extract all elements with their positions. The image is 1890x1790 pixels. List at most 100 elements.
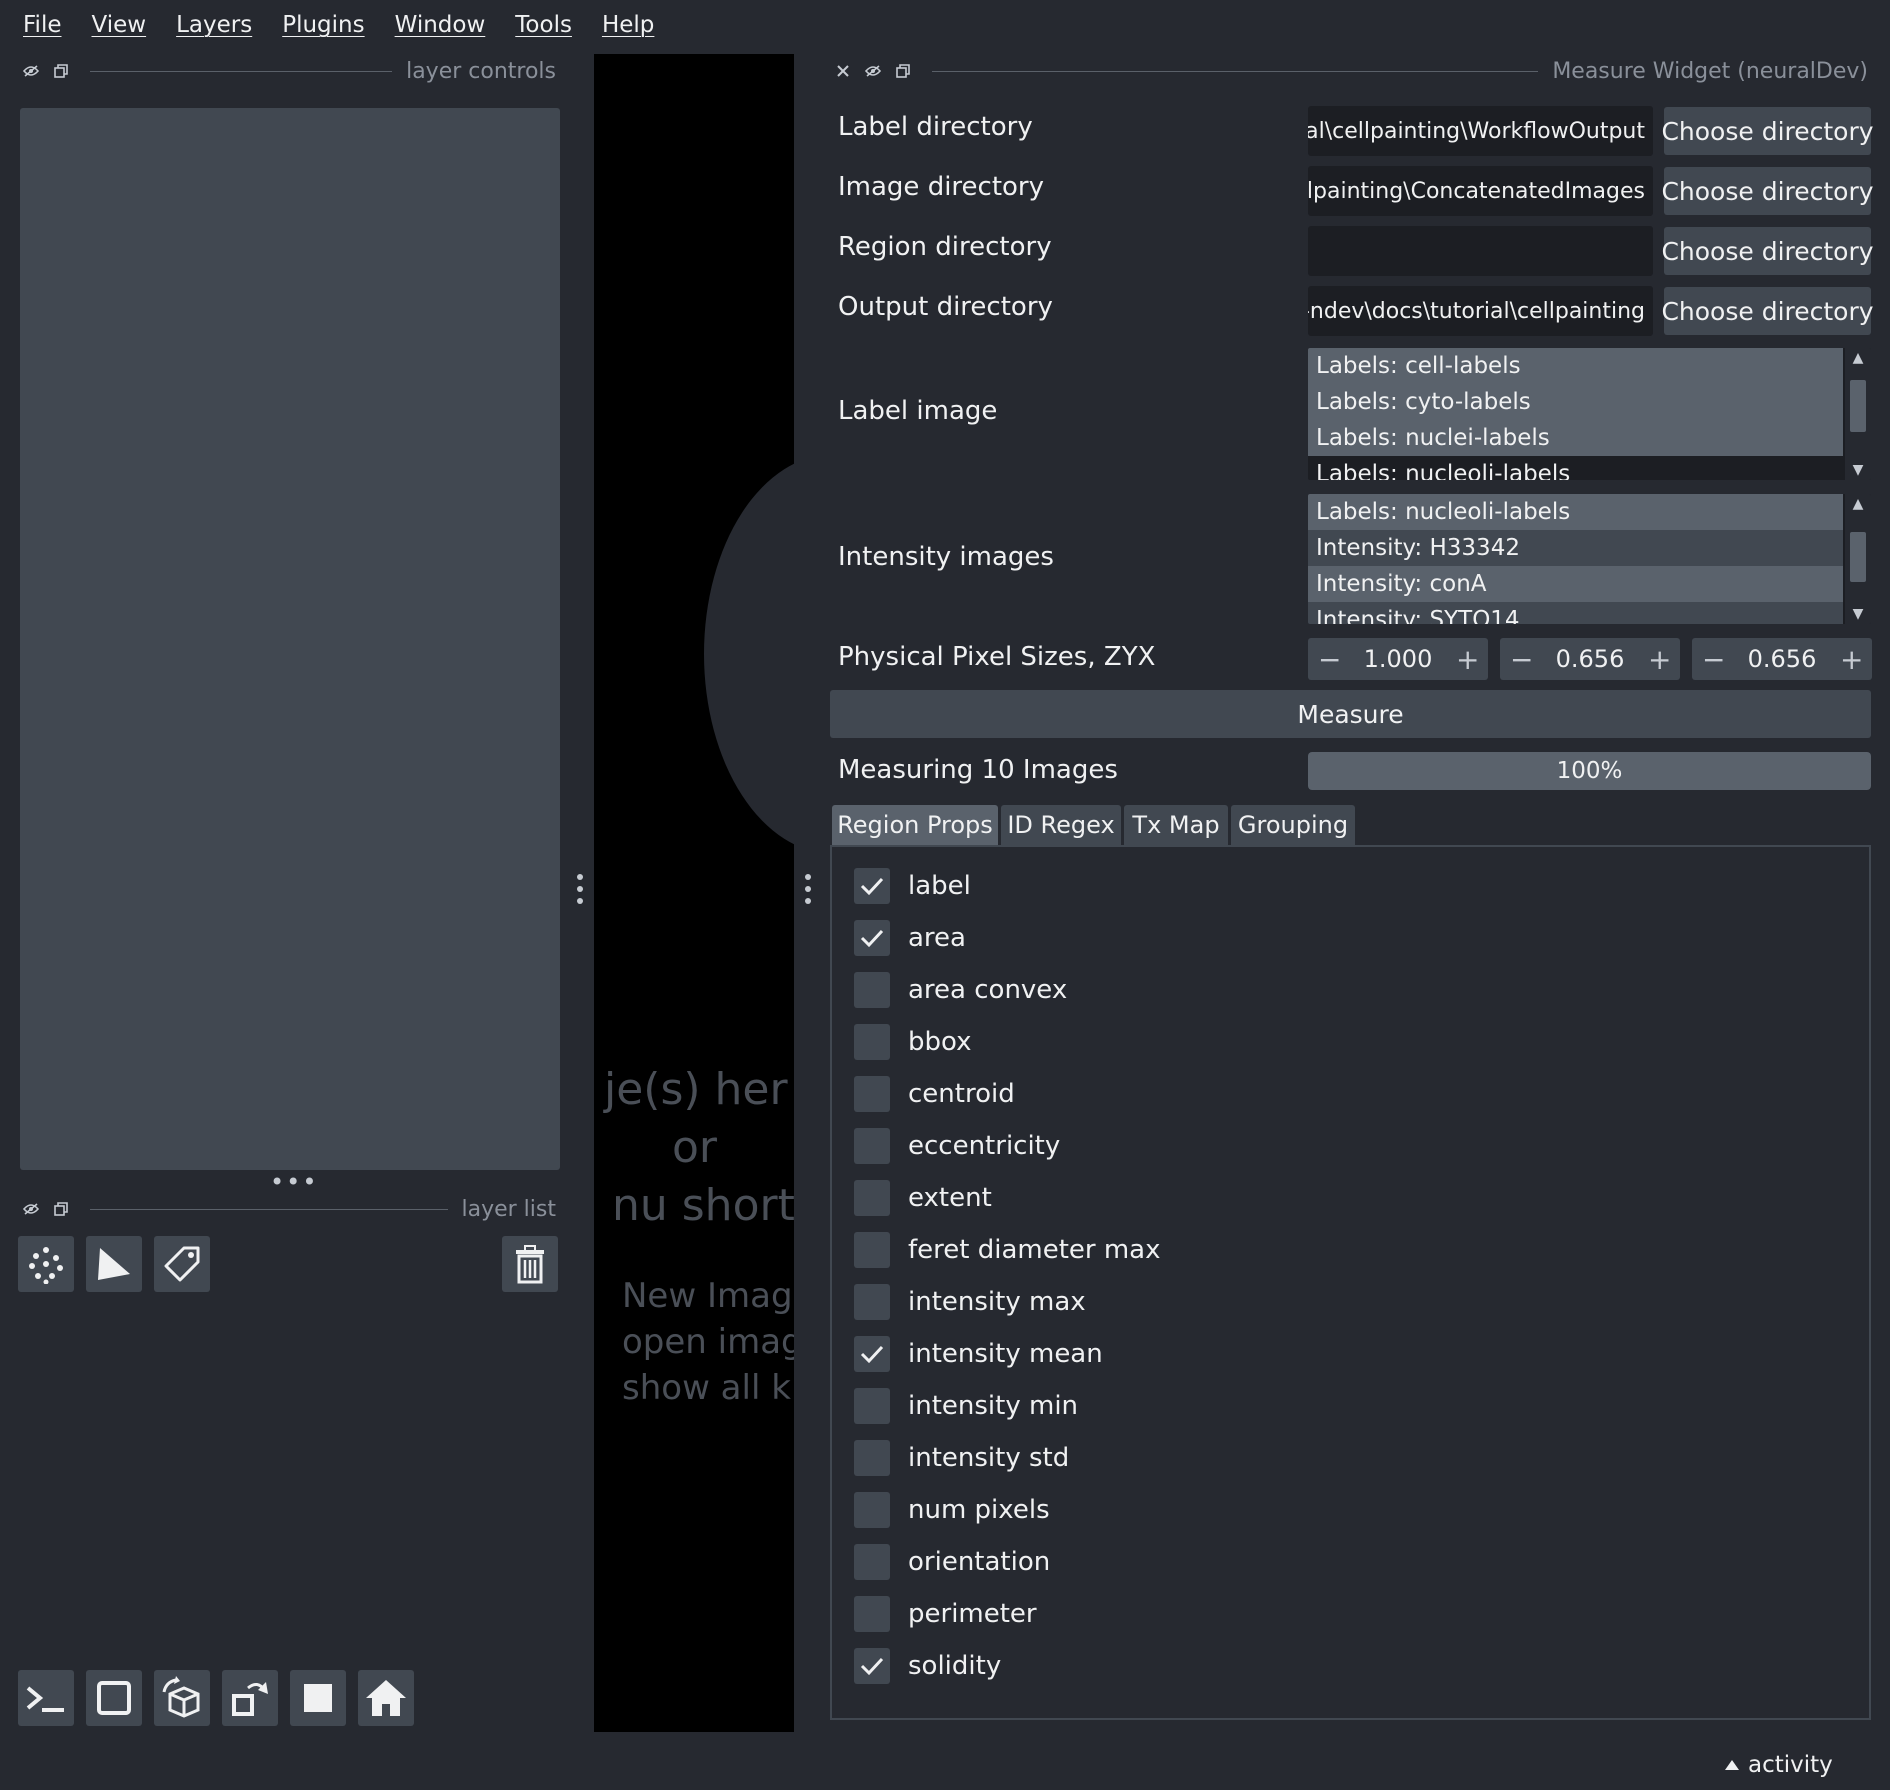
list-item[interactable]: Intensity: SYTO14 (1308, 602, 1843, 624)
transpose-dimensions-button[interactable] (222, 1670, 278, 1726)
scroll-down-icon[interactable]: ▼ (1845, 606, 1871, 622)
hide-eye-icon[interactable] (858, 56, 888, 86)
checkbox[interactable] (854, 972, 890, 1008)
checkbox-row-solidity[interactable]: solidity (854, 1648, 1001, 1684)
scroll-down-icon[interactable]: ▼ (1845, 462, 1871, 478)
checkbox-row-centroid[interactable]: centroid (854, 1076, 1015, 1112)
checkbox-row-orientation[interactable]: orientation (854, 1544, 1050, 1580)
checkbox-row-label[interactable]: label (854, 868, 971, 904)
roll-dimensions-button[interactable] (154, 1670, 210, 1726)
tab-region-props[interactable]: Region Props (832, 805, 998, 845)
region-directory-field[interactable] (1308, 226, 1653, 276)
checkbox[interactable] (854, 920, 890, 956)
scroll-thumb[interactable] (1850, 532, 1866, 582)
scroll-up-icon[interactable]: ▲ (1845, 496, 1871, 512)
measure-button[interactable]: Measure (830, 690, 1871, 738)
viewer-canvas[interactable]: je(s) her or nu short New Imag open imag… (594, 54, 794, 1732)
grid-mode-button[interactable] (290, 1670, 346, 1726)
pixel-size-x-spinbox[interactable]: − 0.656 + (1692, 638, 1872, 680)
tab-id-regex[interactable]: ID Regex (1001, 805, 1121, 845)
checkbox[interactable] (854, 1492, 890, 1528)
new-labels-layer-button[interactable] (154, 1236, 210, 1292)
console-button[interactable] (18, 1670, 74, 1726)
checkbox[interactable] (854, 1388, 890, 1424)
choose-output-directory-button[interactable]: Choose directory (1661, 287, 1874, 335)
checkbox[interactable] (854, 1596, 890, 1632)
delete-layer-button[interactable] (502, 1236, 558, 1292)
checkbox-row-extent[interactable]: extent (854, 1180, 992, 1216)
checkbox-row-num-pixels[interactable]: num pixels (854, 1492, 1050, 1528)
hide-eye-icon[interactable] (16, 56, 46, 86)
list-item[interactable]: Labels: nucleoli-labels (1308, 494, 1843, 530)
checkbox[interactable] (854, 1284, 890, 1320)
pixel-size-y-spinbox[interactable]: − 0.656 + (1500, 638, 1680, 680)
checkbox[interactable] (854, 868, 890, 904)
tab-tx-map[interactable]: Tx Map (1124, 805, 1228, 845)
choose-region-directory-button[interactable]: Choose directory (1661, 227, 1874, 275)
menu-view[interactable]: View (77, 0, 162, 50)
checkbox[interactable] (854, 1440, 890, 1476)
new-points-layer-button[interactable] (18, 1236, 74, 1292)
list-item[interactable]: Intensity: H33342 (1308, 530, 1843, 566)
checkbox-row-intensity-mean[interactable]: intensity mean (854, 1336, 1103, 1372)
tab-grouping[interactable]: Grouping (1231, 805, 1355, 845)
checkbox[interactable] (854, 1024, 890, 1060)
checkbox[interactable] (854, 1648, 890, 1684)
list-item[interactable]: Labels: nucleoli-labels (1308, 456, 1843, 480)
menu-file[interactable]: File (8, 0, 77, 50)
ndisplay-button[interactable] (86, 1670, 142, 1726)
reset-view-button[interactable] (358, 1670, 414, 1726)
float-window-icon[interactable] (888, 56, 918, 86)
float-window-icon[interactable] (46, 56, 76, 86)
menu-window[interactable]: Window (380, 0, 501, 50)
scroll-up-icon[interactable]: ▲ (1845, 350, 1871, 366)
minus-icon[interactable]: − (1318, 643, 1341, 676)
checkbox[interactable] (854, 1544, 890, 1580)
right-splitter-handle[interactable] (803, 874, 813, 904)
scroll-thumb[interactable] (1850, 380, 1866, 432)
list-item[interactable]: Intensity: conA (1308, 566, 1843, 602)
checkbox[interactable] (854, 1180, 890, 1216)
menu-layers[interactable]: Layers (161, 0, 267, 50)
menu-tools[interactable]: Tools (500, 0, 587, 50)
choose-image-directory-button[interactable]: Choose directory (1661, 167, 1874, 215)
intensity-images-scrollbar[interactable]: ▲ ▼ (1845, 494, 1871, 624)
plus-icon[interactable]: + (1648, 643, 1671, 676)
pixel-size-x-value[interactable]: 0.656 (1747, 645, 1817, 673)
dock-splitter-handle[interactable]: ••• (270, 1168, 318, 1196)
checkbox-row-feret-diameter-max[interactable]: feret diameter max (854, 1232, 1161, 1268)
checkbox-row-area[interactable]: area (854, 920, 966, 956)
pixel-size-y-value[interactable]: 0.656 (1555, 645, 1625, 673)
list-item[interactable]: Labels: nuclei-labels (1308, 420, 1843, 456)
pixel-size-z-value[interactable]: 1.000 (1363, 645, 1433, 673)
close-icon[interactable] (828, 56, 858, 86)
minus-icon[interactable]: − (1510, 643, 1533, 676)
checkbox[interactable] (854, 1232, 890, 1268)
hide-eye-icon[interactable] (16, 1194, 46, 1224)
menu-help[interactable]: Help (587, 0, 669, 50)
checkbox[interactable] (854, 1076, 890, 1112)
label-directory-field[interactable]: torial\cellpainting\WorkflowOutput (1308, 106, 1653, 156)
label-image-list[interactable]: Labels: cell-labels Labels: cyto-labels … (1308, 348, 1871, 480)
checkbox-row-intensity-min[interactable]: intensity min (854, 1388, 1078, 1424)
plus-icon[interactable]: + (1456, 643, 1479, 676)
minus-icon[interactable]: − (1702, 643, 1725, 676)
checkbox[interactable] (854, 1336, 890, 1372)
float-window-icon[interactable] (46, 1194, 76, 1224)
label-image-scrollbar[interactable]: ▲ ▼ (1845, 348, 1871, 480)
checkbox[interactable] (854, 1128, 890, 1164)
checkbox-row-area-convex[interactable]: area convex (854, 972, 1067, 1008)
output-directory-field[interactable]: ari-ndev\docs\tutorial\cellpainting (1308, 286, 1653, 336)
checkbox-row-bbox[interactable]: bbox (854, 1024, 972, 1060)
menu-plugins[interactable]: Plugins (267, 0, 379, 50)
checkbox-row-perimeter[interactable]: perimeter (854, 1596, 1037, 1632)
intensity-images-list[interactable]: Labels: nucleoli-labels Intensity: H3334… (1308, 494, 1871, 624)
new-shapes-layer-button[interactable] (86, 1236, 142, 1292)
checkbox-row-eccentricity[interactable]: eccentricity (854, 1128, 1060, 1164)
activity-toggle[interactable]: activity (1724, 1752, 1833, 1778)
list-item[interactable]: Labels: cell-labels (1308, 348, 1843, 384)
image-directory-field[interactable]: \cellpainting\ConcatenatedImages (1308, 166, 1653, 216)
list-item[interactable]: Labels: cyto-labels (1308, 384, 1843, 420)
pixel-size-z-spinbox[interactable]: − 1.000 + (1308, 638, 1488, 680)
choose-label-directory-button[interactable]: Choose directory (1661, 107, 1874, 155)
